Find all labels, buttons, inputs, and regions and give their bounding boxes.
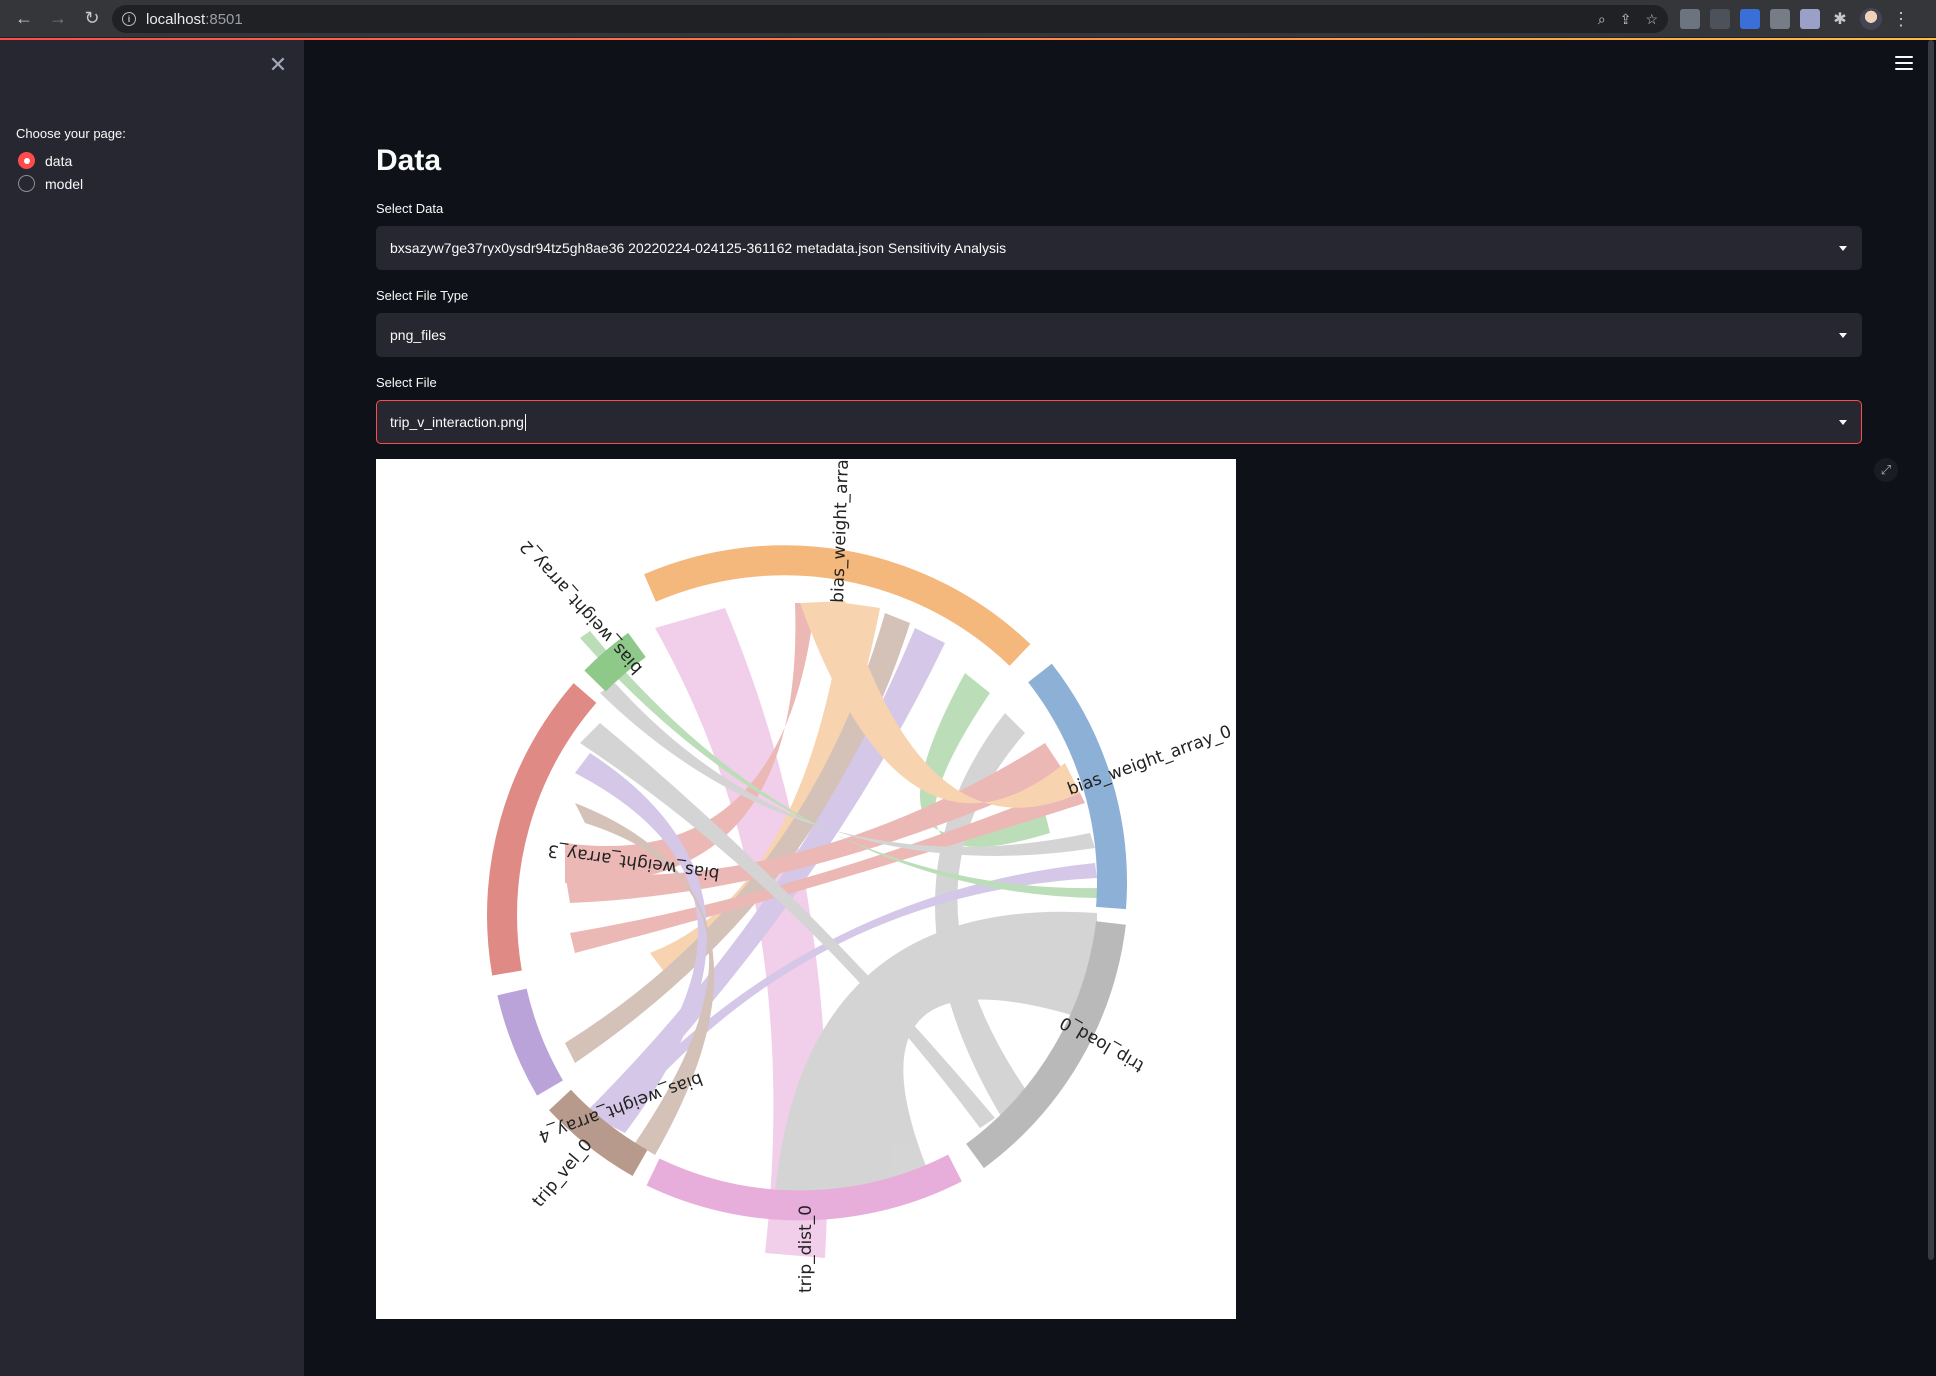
label-trip-dist-0: trip_dist_0 — [796, 1205, 816, 1293]
chord-diagram-image: bias_weight_array_1 bias_weight_array_0 … — [376, 459, 1236, 1319]
page-radio-label: Choose your page: — [16, 126, 126, 141]
select-file-dropdown[interactable]: trip_v_interaction.png — [376, 400, 1862, 444]
svg-extension-icon[interactable] — [1740, 9, 1760, 29]
url-host: localhost — [146, 10, 206, 28]
extension-icon[interactable] — [1710, 9, 1730, 29]
arc-bias-weight-array-4 — [497, 988, 564, 1096]
share-icon[interactable]: ⇪ — [1620, 11, 1632, 28]
text-caret — [524, 413, 526, 431]
browser-menu-icon[interactable]: ⋮ — [1892, 9, 1910, 30]
radio-option-model[interactable]: model — [18, 175, 83, 192]
label-trip-vel-0: trip_vel_0 — [529, 1135, 597, 1211]
extension-icon[interactable] — [1770, 9, 1790, 29]
url-port: :8501 — [205, 10, 243, 28]
main-menu-icon[interactable] — [1895, 56, 1913, 70]
select-data-label: Select Data — [376, 201, 444, 216]
bookmark-star-icon[interactable]: ☆ — [1645, 11, 1658, 28]
radio-checked-icon[interactable] — [18, 152, 35, 169]
page-scrollbar[interactable] — [1928, 40, 1934, 1260]
radio-option-label: data — [45, 152, 73, 169]
forward-icon[interactable]: → — [42, 3, 74, 35]
select-data-value: bxsazyw7ge37ryx0ysdr94tz5gh8ae36 2022022… — [390, 240, 1007, 256]
select-file-type-dropdown[interactable]: png_files — [376, 313, 1862, 357]
reload-icon[interactable]: ↻ — [76, 3, 108, 35]
back-icon[interactable]: ← — [8, 3, 40, 35]
select-file-value: trip_v_interaction.png — [390, 414, 524, 430]
radio-unchecked-icon[interactable] — [18, 175, 35, 192]
sidebar: ✕ Choose your page: data model — [0, 40, 304, 1376]
extension-icon[interactable] — [1800, 9, 1820, 29]
extension-icon[interactable] — [1680, 9, 1700, 29]
arc-bias-weight-array-3 — [487, 683, 597, 976]
chevron-down-icon[interactable] — [1839, 420, 1847, 425]
browser-toolbar: ← → ↻ i localhost:8501 ⌕ ⇪ ☆ ✱ ⋮ — [0, 0, 1936, 38]
chord-diagram: bias_weight_array_1 bias_weight_array_0 … — [487, 459, 1234, 1293]
select-file-type-label: Select File Type — [376, 288, 469, 303]
zoom-icon[interactable]: ⌕ — [1598, 11, 1606, 28]
select-data-dropdown[interactable]: bxsazyw7ge37ryx0ysdr94tz5gh8ae36 2022022… — [376, 226, 1862, 270]
puzzle-extensions-icon[interactable]: ✱ — [1830, 9, 1850, 29]
close-sidebar-icon[interactable]: ✕ — [268, 52, 288, 78]
chevron-down-icon[interactable] — [1839, 333, 1847, 338]
select-file-label: Select File — [376, 375, 437, 390]
chevron-down-icon[interactable] — [1839, 246, 1847, 251]
label-bias-weight-array-2: bias_weight_array_2 — [516, 536, 647, 678]
address-bar[interactable]: i localhost:8501 ⌕ ⇪ ☆ — [112, 5, 1668, 33]
radio-option-label: model — [45, 175, 84, 192]
fullscreen-expand-icon[interactable]: ⤢ — [1874, 458, 1898, 482]
profile-avatar[interactable] — [1860, 8, 1882, 30]
select-file-type-value: png_files — [390, 327, 447, 343]
radio-option-data[interactable]: data — [18, 152, 72, 169]
page-title: Data — [376, 144, 442, 177]
site-info-icon[interactable]: i — [122, 12, 136, 26]
